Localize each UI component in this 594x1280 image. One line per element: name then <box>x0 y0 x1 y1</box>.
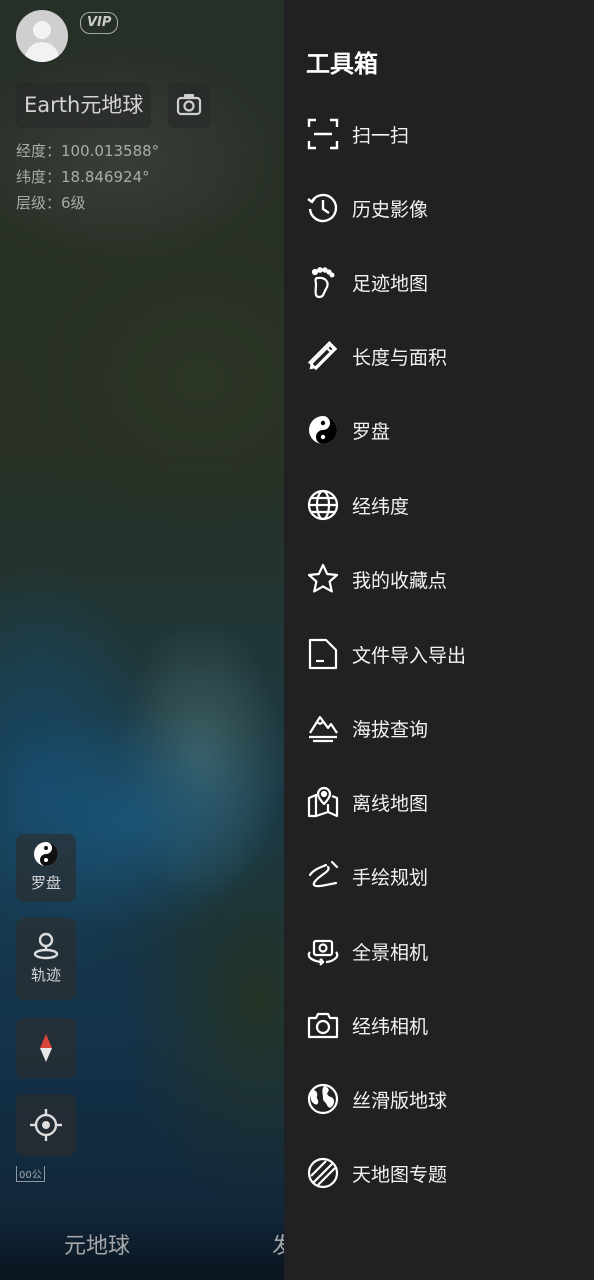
locate-crosshair-icon <box>30 1109 62 1141</box>
menu-item-label: 扫一扫 <box>352 124 410 147</box>
app-title-box[interactable]: Earth元地球 <box>16 82 152 128</box>
scale-text: 00公 <box>19 1170 42 1181</box>
footprint-icon <box>306 265 340 299</box>
vip-badge[interactable]: VIP <box>80 12 119 34</box>
menu-item-compass[interactable]: 罗盘 <box>306 405 576 455</box>
map-scale-bar: 00公 <box>16 1166 45 1182</box>
compass-button[interactable]: 罗盘 <box>16 834 76 902</box>
drawer-title: 工具箱 <box>306 50 378 78</box>
menu-item-file-import-export[interactable]: 文件导入导出 <box>306 629 576 679</box>
latitude-text: 纬度：18.846924° <box>16 168 150 186</box>
mountain-icon <box>306 711 340 745</box>
track-button[interactable]: 轨迹 <box>16 918 76 1000</box>
menu-item-altitude-query[interactable]: 海拔查询 <box>306 703 576 753</box>
panorama-camera-icon <box>306 934 340 968</box>
coordinate-readout: 经度：100.013588° 纬度：18.846924° 层级：6级 <box>16 138 159 216</box>
compass-label: 罗盘 <box>30 874 61 892</box>
menu-item-panorama-camera[interactable]: 全景相机 <box>306 926 576 976</box>
offline-map-icon <box>306 785 340 819</box>
menu-item-offline-map[interactable]: 离线地图 <box>306 777 576 827</box>
menu-item-length-area[interactable]: 长度与面积 <box>306 331 576 381</box>
app-title: Earth元地球 <box>24 93 144 117</box>
menu-item-label: 经纬相机 <box>352 1015 429 1038</box>
track-label: 轨迹 <box>30 966 61 984</box>
north-compass-button[interactable] <box>16 1018 76 1078</box>
menu-item-favorites[interactable]: 我的收藏点 <box>306 554 576 604</box>
longitude-text: 经度：100.013588° <box>16 142 160 160</box>
menu-item-label: 足迹地图 <box>352 272 429 295</box>
menu-item-smooth-earth[interactable]: 丝滑版地球 <box>306 1074 576 1124</box>
menu-item-label: 罗盘 <box>352 420 391 443</box>
menu-item-footprint-map[interactable]: 足迹地图 <box>306 257 576 307</box>
star-icon <box>306 562 340 596</box>
track-pin-icon <box>33 932 59 960</box>
menu-item-label: 手绘规划 <box>352 866 429 889</box>
menu-item-label: 海拔查询 <box>352 718 429 741</box>
vip-label: VIP <box>87 15 112 30</box>
toolbox-drawer: 工具箱 扫一扫 历史影像 足迹地图 长度与面积 罗盘 经纬度 我的收藏点 文件导… <box>284 0 594 1280</box>
menu-item-label: 天地图专题 <box>352 1163 448 1186</box>
yin-yang-icon <box>34 842 58 866</box>
screenshot-camera-button[interactable] <box>168 82 210 128</box>
hand-draw-icon <box>306 859 340 893</box>
camera-icon <box>306 1008 340 1042</box>
earth-icon <box>306 1082 340 1116</box>
locate-button[interactable] <box>16 1094 76 1156</box>
north-arrow-icon <box>40 1034 52 1062</box>
menu-item-label: 历史影像 <box>352 198 429 221</box>
menu-item-label: 全景相机 <box>352 941 429 964</box>
menu-item-label: 我的收藏点 <box>352 569 448 592</box>
user-avatar[interactable] <box>16 10 68 62</box>
menu-item-label: 文件导入导出 <box>352 644 467 667</box>
menu-item-lat-lng-camera[interactable]: 经纬相机 <box>306 1000 576 1050</box>
tianditu-icon <box>306 1156 340 1190</box>
history-clock-icon <box>306 191 340 225</box>
yin-yang-icon <box>306 413 340 447</box>
menu-item-hand-draw-plan[interactable]: 手绘规划 <box>306 851 576 901</box>
globe-grid-icon <box>306 488 340 522</box>
menu-item-history-imagery[interactable]: 历史影像 <box>306 183 576 233</box>
zoom-level-text: 层级：6级 <box>16 194 86 212</box>
menu-item-scan[interactable]: 扫一扫 <box>306 109 576 159</box>
menu-item-label: 丝滑版地球 <box>352 1089 448 1112</box>
camera-icon <box>176 94 202 116</box>
menu-item-label: 长度与面积 <box>352 346 448 369</box>
menu-item-label: 经纬度 <box>352 495 410 518</box>
tab-earth[interactable]: 元地球 <box>64 1228 130 1260</box>
menu-item-lat-lng[interactable]: 经纬度 <box>306 480 576 530</box>
menu-item-label: 离线地图 <box>352 792 429 815</box>
menu-item-tianditu-topics[interactable]: 天地图专题 <box>306 1148 576 1198</box>
ruler-pencil-icon <box>306 339 340 373</box>
scan-icon <box>306 117 340 151</box>
file-icon <box>306 637 340 671</box>
